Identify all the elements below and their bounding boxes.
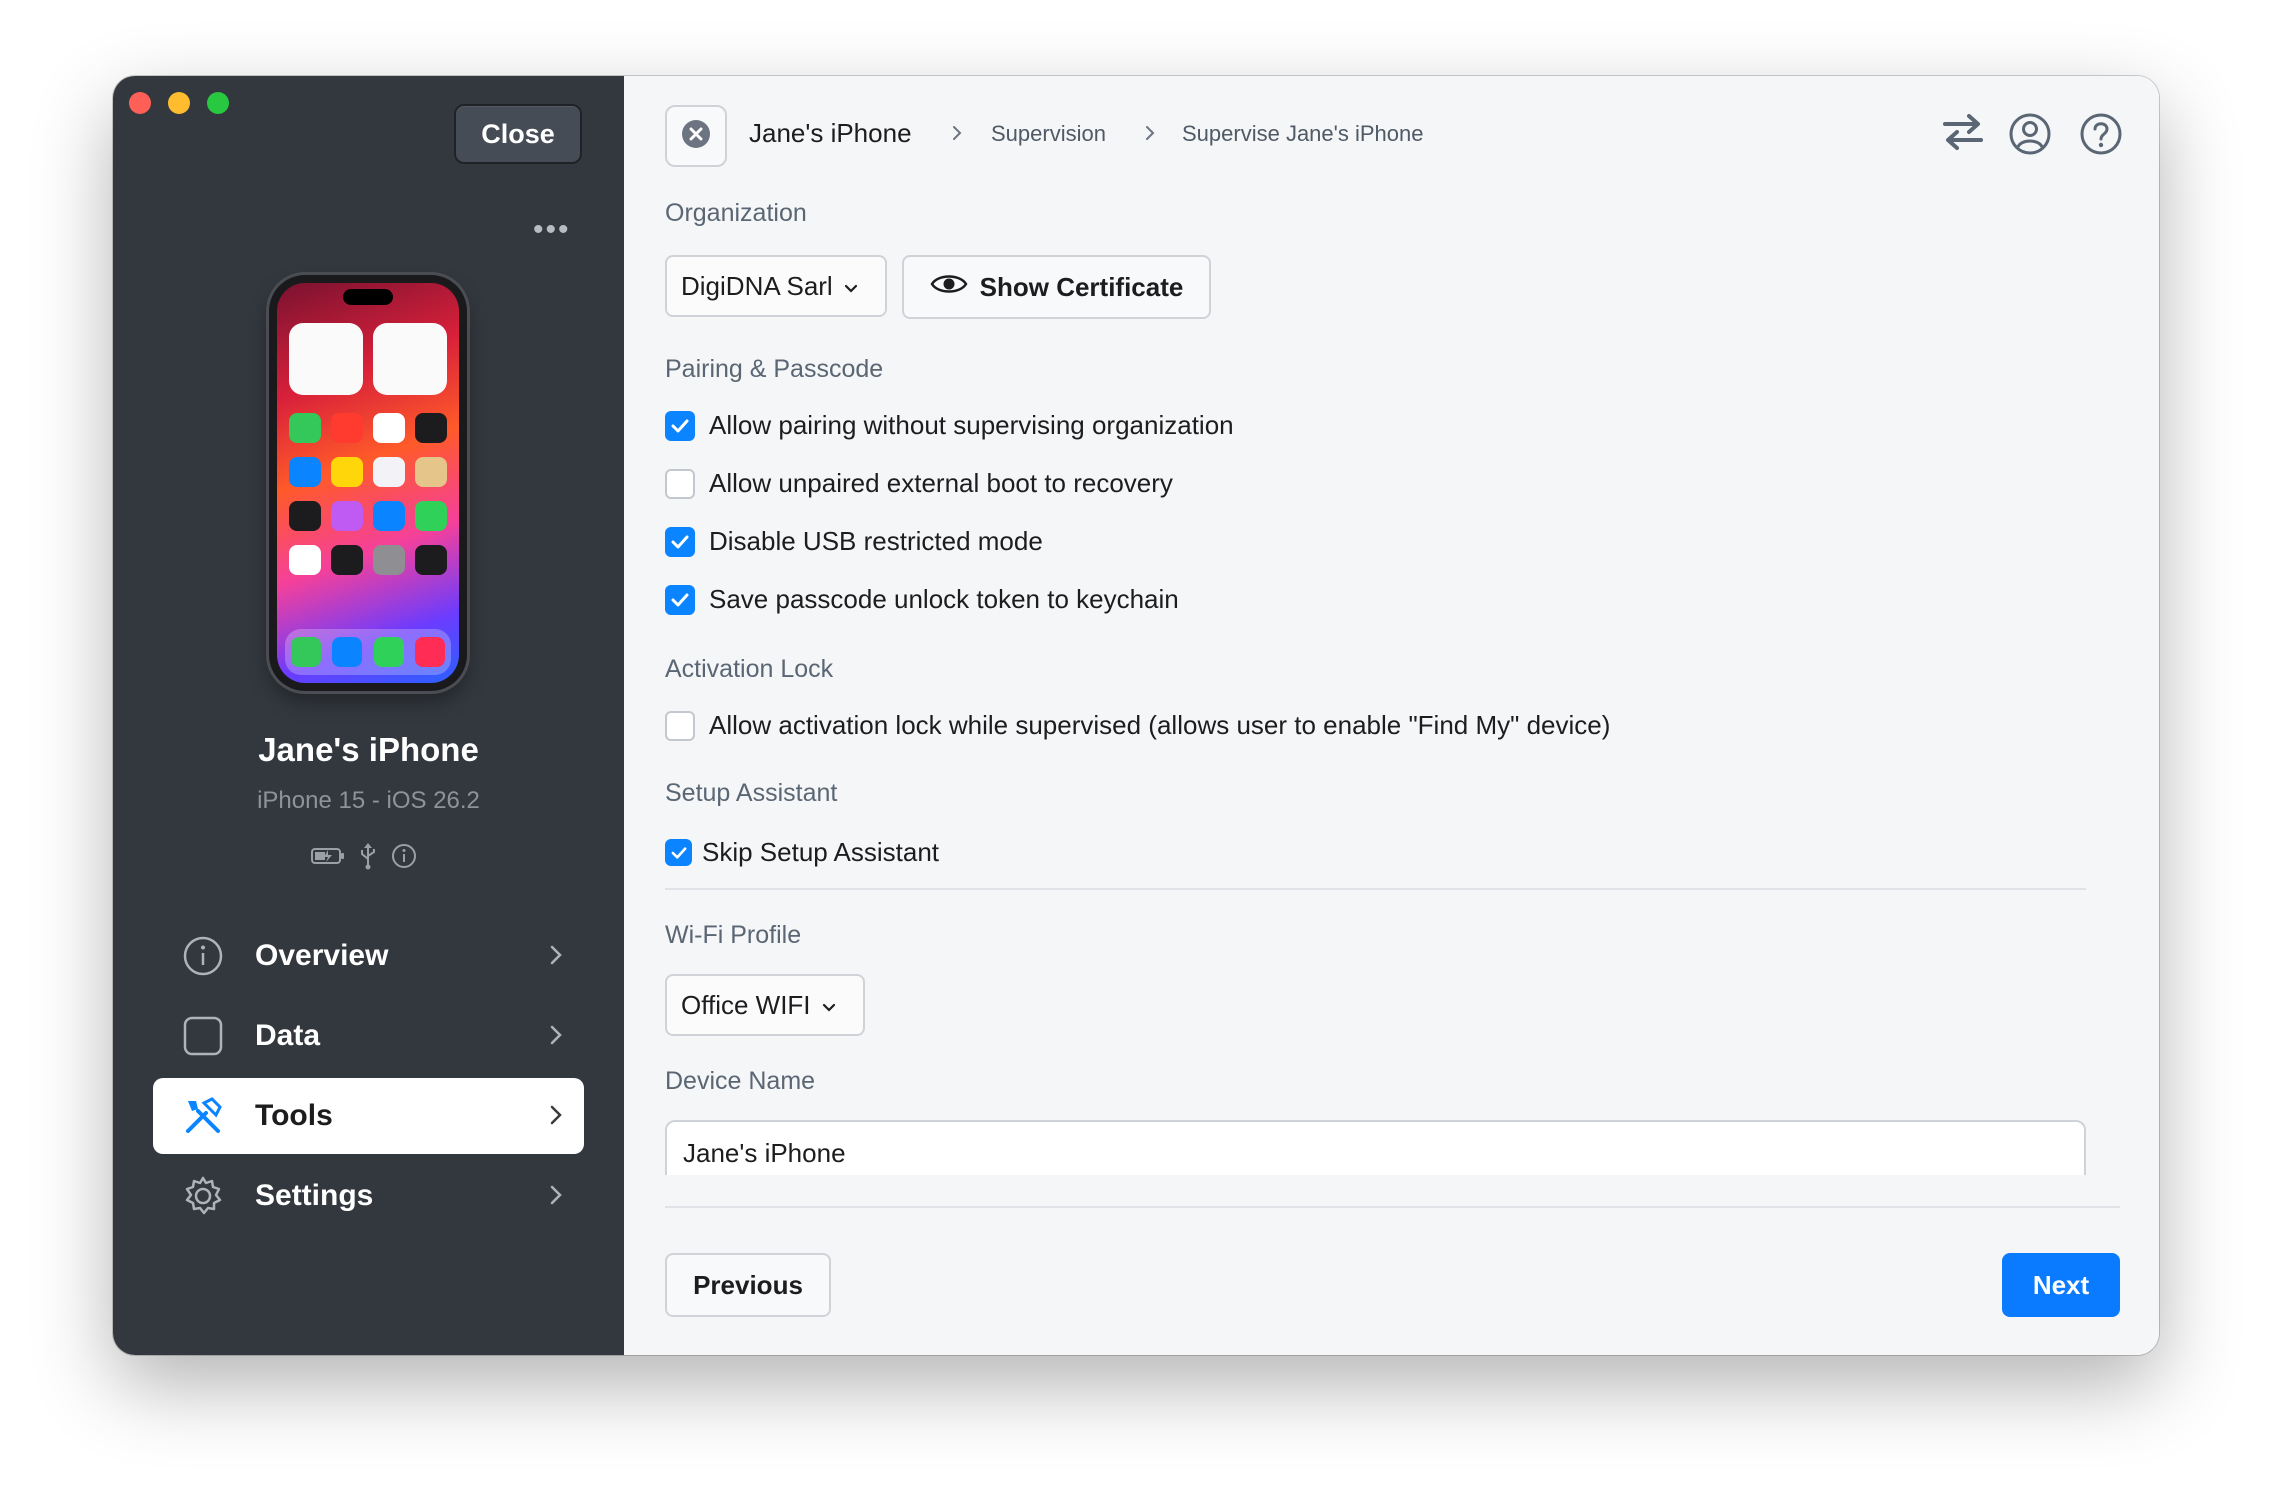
account-icon[interactable] (2008, 112, 2052, 161)
chevron-right-icon (548, 1182, 564, 1216)
sidebar-item-settings[interactable]: Settings (153, 1158, 584, 1234)
allow-pairing-checkbox-row[interactable]: Allow pairing without supervising organi… (665, 410, 1234, 441)
previous-button[interactable]: Previous (665, 1253, 831, 1317)
organization-label: Organization (665, 199, 807, 227)
device-name: Jane's iPhone (258, 731, 479, 768)
battery-charging-icon (311, 846, 345, 871)
checkbox-label: Disable USB restricted mode (709, 526, 1043, 556)
chevron-right-icon (548, 1022, 564, 1056)
chevron-down-icon (843, 271, 859, 302)
main-panel: Jane's iPhone Supervision Supervise Jane… (624, 76, 2159, 1355)
sidebar: Close ••• Jane's iPhone iPhone 15 - iOS … (113, 76, 624, 1355)
window-controls (129, 92, 229, 114)
allow-unpaired-boot-checkbox-row[interactable]: Allow unpaired external boot to recovery (665, 468, 1173, 499)
chevron-right-icon (1144, 123, 1156, 148)
info-circle-icon (181, 934, 225, 978)
sidebar-nav: Overview Data Tools Settings (153, 918, 584, 1238)
disable-usb-restricted-checkbox-row[interactable]: Disable USB restricted mode (665, 526, 1043, 557)
square-icon (181, 1014, 225, 1058)
tools-icon (181, 1094, 225, 1138)
sidebar-item-label: Data (255, 1019, 321, 1052)
sidebar-item-label: Settings (255, 1179, 374, 1212)
sidebar-item-label: Tools (255, 1099, 333, 1132)
window-zoom-dot[interactable] (207, 92, 229, 114)
checkbox-checked[interactable] (665, 584, 695, 615)
device-model: iPhone 15 - iOS 26.2 (257, 787, 480, 814)
organization-select[interactable]: DigiDNA Sarl (665, 255, 887, 317)
show-certificate-button[interactable]: Show Certificate (902, 255, 1211, 319)
checkbox-label: Allow pairing without supervising organi… (709, 410, 1234, 440)
window-close-dot[interactable] (129, 92, 151, 114)
chevron-right-icon (951, 123, 963, 148)
save-passcode-token-checkbox-row[interactable]: Save passcode unlock token to keychain (665, 584, 1179, 615)
checkbox-checked[interactable] (665, 410, 695, 441)
chevron-right-icon (548, 942, 564, 976)
window-minimize-dot[interactable] (168, 92, 190, 114)
organization-select-value: DigiDNA Sarl (681, 270, 833, 301)
skip-setup-assistant-checkbox-row[interactable]: Skip Setup Assistant (665, 837, 939, 868)
usb-icon (359, 842, 377, 875)
sidebar-item-overview[interactable]: Overview (153, 918, 584, 994)
more-options-icon[interactable]: ••• (533, 215, 571, 245)
breadcrumb-device[interactable]: Jane's iPhone (749, 118, 912, 149)
checkbox-checked[interactable] (665, 839, 692, 866)
show-certificate-label: Show Certificate (979, 271, 1184, 302)
activation-lock-label: Activation Lock (665, 655, 834, 683)
breadcrumb-supervision[interactable]: Supervision (991, 121, 1106, 147)
setup-assistant-label: Setup Assistant (665, 779, 838, 807)
section-divider (665, 888, 2086, 890)
sidebar-item-data[interactable]: Data (153, 998, 584, 1074)
checkbox-unchecked[interactable] (665, 468, 695, 499)
toolbar: Jane's iPhone Supervision Supervise Jane… (624, 76, 2159, 186)
breadcrumb-current: Supervise Jane's iPhone (1182, 121, 1424, 146)
pairing-passcode-label: Pairing & Passcode (665, 355, 884, 383)
checkbox-checked[interactable] (665, 526, 695, 557)
transfer-icon[interactable] (1941, 112, 1985, 157)
sidebar-item-label: Overview (255, 939, 389, 972)
device-name-label: Device Name (665, 1067, 816, 1095)
footer-divider (665, 1206, 2120, 1208)
cancel-button[interactable] (665, 105, 727, 167)
checkbox-label: Save passcode unlock token to keychain (709, 584, 1179, 614)
checkbox-unchecked[interactable] (665, 710, 695, 741)
eye-icon (930, 272, 968, 303)
info-icon[interactable] (391, 843, 417, 874)
allow-activation-lock-checkbox-row[interactable]: Allow activation lock while supervised (… (665, 710, 1610, 741)
checkbox-label: Allow unpaired external boot to recovery (709, 468, 1173, 498)
chevron-right-icon (548, 1102, 564, 1136)
close-circle-icon (680, 118, 712, 155)
app-window: Close ••• Jane's iPhone iPhone 15 - iOS … (113, 76, 2159, 1355)
wifi-profile-select-value: Office WIFI (681, 989, 811, 1020)
checkbox-label: Skip Setup Assistant (702, 837, 940, 867)
device-image (269, 275, 467, 691)
checkbox-label: Allow activation lock while supervised (… (709, 710, 1611, 740)
chevron-down-icon (821, 990, 837, 1021)
sidebar-item-tools[interactable]: Tools (153, 1078, 584, 1154)
device-name-input[interactable]: Jane's iPhone (665, 1120, 2086, 1175)
wifi-profile-label: Wi-Fi Profile (665, 921, 802, 949)
device-status-icons (311, 842, 417, 875)
gear-icon (181, 1174, 225, 1218)
close-button[interactable]: Close (454, 104, 582, 164)
help-icon[interactable] (2079, 112, 2123, 161)
next-button[interactable]: Next (2002, 1253, 2120, 1317)
wifi-profile-select[interactable]: Office WIFI (665, 974, 865, 1036)
